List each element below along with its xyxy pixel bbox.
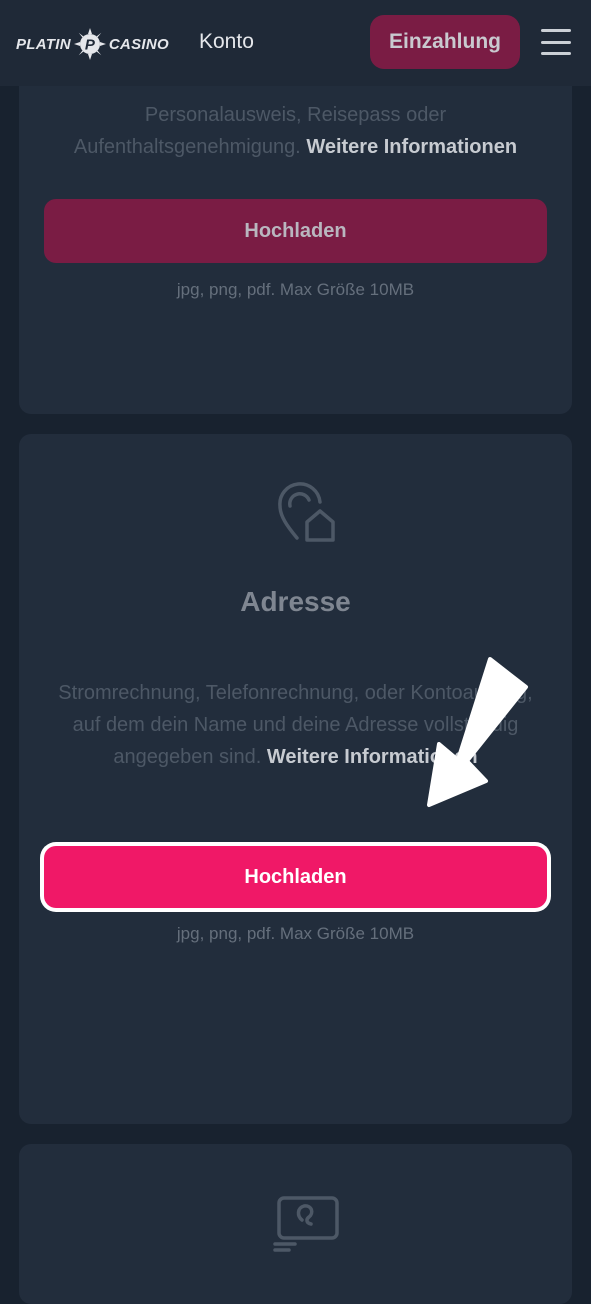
deposit-button[interactable]: Einzahlung (370, 15, 520, 69)
page-title[interactable]: Konto (199, 30, 254, 54)
payment-method-card (19, 1144, 572, 1304)
identity-more-info-link[interactable]: Weitere Informationen (306, 136, 517, 158)
logo-text-left: PLATIN (16, 35, 71, 53)
identity-document-card: Personalausweis, Reisepass oder Aufentha… (19, 60, 572, 414)
identity-file-hint: jpg, png, pdf. Max Größe 10MB (176, 280, 415, 299)
payment-card-icon (273, 1196, 339, 1252)
pointer-arrow-icon (427, 657, 528, 807)
identity-upload-button[interactable]: Hochladen (44, 199, 547, 263)
logo-text-right: CASINO (108, 35, 169, 53)
identity-description: Personalausweis, Reisepass oder Aufentha… (55, 99, 536, 163)
address-section-title: Adresse (240, 586, 351, 617)
hamburger-menu-icon[interactable] (541, 29, 571, 55)
top-navigation-bar: PLATIN P CASINO Konto Einzahlung (0, 0, 591, 86)
logo-sun-icon: P (73, 28, 106, 60)
address-upload-button[interactable]: Hochladen (44, 846, 547, 908)
platin-casino-logo[interactable]: PLATIN P CASINO (16, 26, 169, 62)
logo-letter: P (85, 37, 96, 54)
address-file-hint: jpg, png, pdf. Max Größe 10MB (176, 924, 415, 943)
location-home-icon (278, 482, 335, 542)
